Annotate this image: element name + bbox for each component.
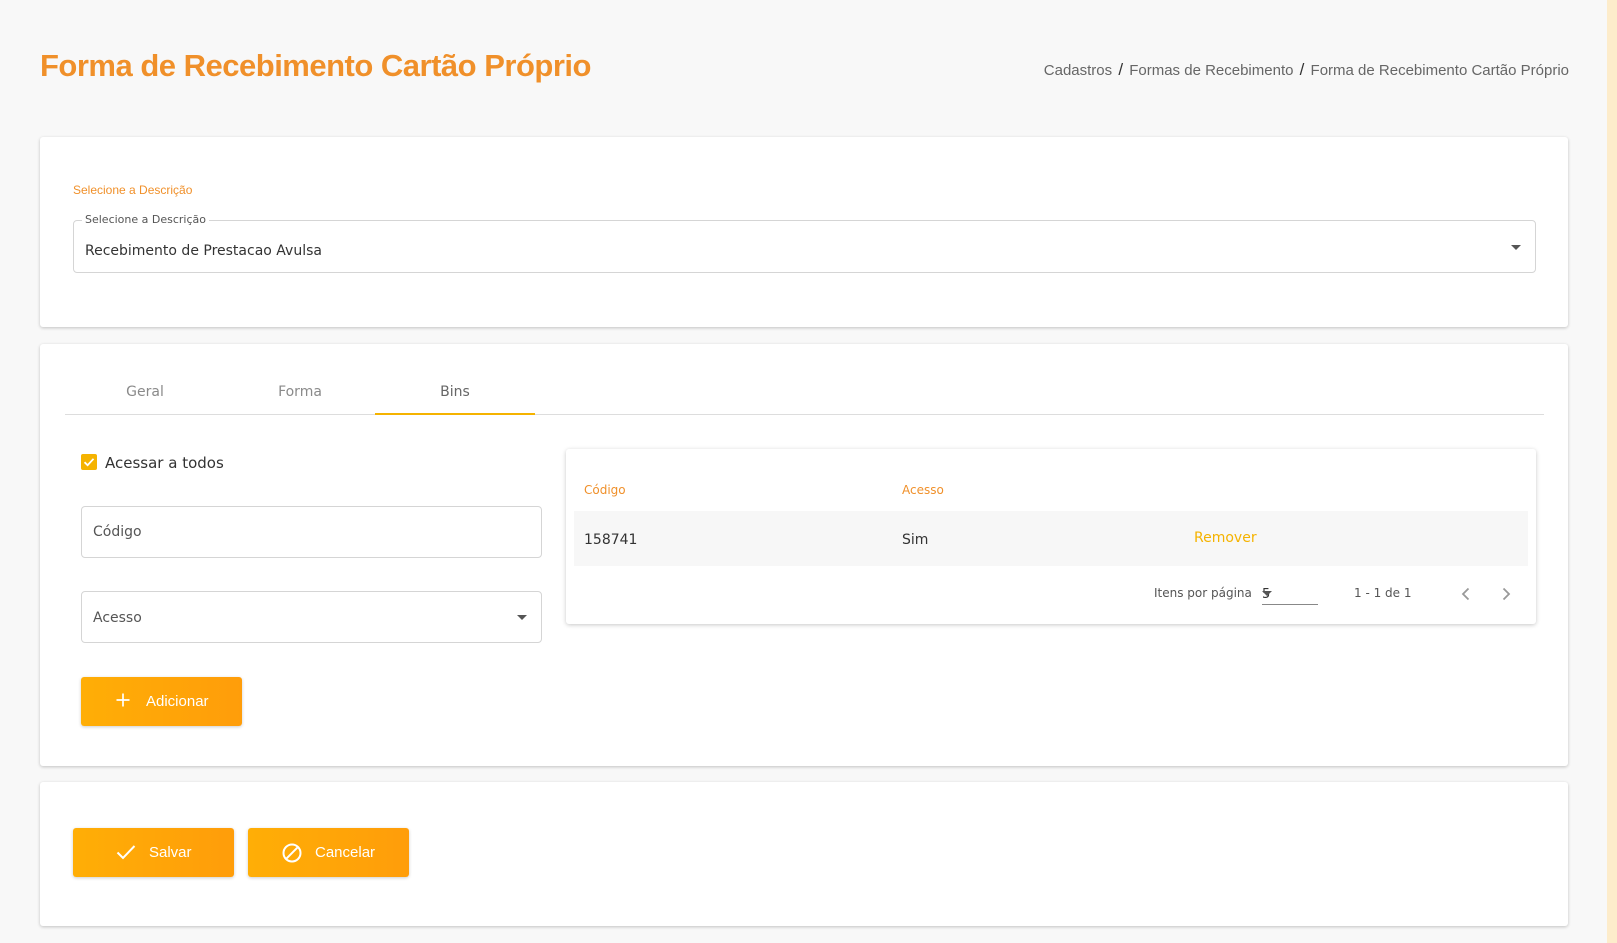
description-select-label: Selecione a Descrição	[82, 213, 209, 226]
column-header-acesso[interactable]: Acesso	[902, 483, 944, 497]
actions-card: Salvar Cancelar	[40, 782, 1568, 926]
page-range-label: 1 - 1 de 1	[1354, 586, 1412, 600]
plus-icon	[116, 693, 130, 707]
tab-forma[interactable]: Forma	[220, 370, 380, 415]
cancel-button[interactable]: Cancelar	[248, 828, 409, 877]
previous-page-button[interactable]	[1456, 584, 1476, 604]
breadcrumb-separator: /	[1118, 60, 1124, 79]
access-all-label: Acessar a todos	[105, 454, 224, 472]
chevron-down-icon	[1511, 245, 1521, 250]
description-card: Selecione a Descrição Selecione a Descri…	[40, 137, 1568, 327]
breadcrumb-item-formas-de-recebimento[interactable]: Formas de Recebimento	[1129, 62, 1293, 79]
paginator: Itens por página 5 1 - 1 de 1	[566, 579, 1536, 609]
items-per-page-label: Itens por página	[1154, 586, 1252, 600]
table-row: 158741 Sim Remover	[574, 511, 1528, 566]
acesso-select-placeholder: Acesso	[93, 610, 142, 626]
scrollbar-track[interactable]	[1607, 0, 1617, 943]
codigo-field[interactable]	[81, 506, 542, 558]
check-icon	[116, 845, 136, 860]
check-icon	[83, 458, 95, 467]
access-all-checkbox[interactable]	[81, 454, 97, 470]
tab-bar: Geral Forma Bins	[65, 370, 1544, 415]
cell-codigo: 158741	[584, 532, 638, 548]
description-select[interactable]: Selecione a Descrição Recebimento de Pre…	[73, 213, 1536, 273]
add-button[interactable]: Adicionar	[81, 677, 242, 726]
save-button-label: Salvar	[149, 844, 192, 861]
codigo-input[interactable]	[82, 507, 541, 557]
chevron-right-icon	[1502, 587, 1511, 601]
breadcrumb: Cadastros / Formas de Recebimento / Form…	[1044, 60, 1569, 80]
tab-geral[interactable]: Geral	[65, 370, 225, 415]
chevron-down-icon	[517, 615, 527, 620]
remove-button[interactable]: Remover	[1194, 530, 1257, 546]
page-title: Forma de Recebimento Cartão Próprio	[40, 48, 591, 83]
add-button-label: Adicionar	[146, 693, 209, 710]
chevron-left-icon	[1461, 587, 1470, 601]
block-icon	[282, 843, 302, 863]
bins-table: Código Acesso 158741 Sim Remover Itens p…	[566, 449, 1536, 624]
breadcrumb-separator: /	[1299, 60, 1305, 79]
breadcrumb-item-cadastros[interactable]: Cadastros	[1044, 62, 1112, 79]
save-button[interactable]: Salvar	[73, 828, 234, 877]
next-page-button[interactable]	[1496, 584, 1516, 604]
tab-bins[interactable]: Bins	[375, 370, 535, 415]
cancel-button-label: Cancelar	[315, 844, 376, 861]
tabs-card: Geral Forma Bins Acessar a todos Acesso …	[40, 344, 1568, 766]
cell-acesso: Sim	[902, 532, 929, 548]
breadcrumb-item-current: Forma de Recebimento Cartão Próprio	[1310, 62, 1569, 79]
page-size-select[interactable]: 5	[1262, 583, 1318, 605]
description-section-label: Selecione a Descrição	[73, 183, 193, 197]
chevron-down-icon	[1262, 591, 1272, 596]
column-header-codigo[interactable]: Código	[584, 483, 626, 497]
description-select-value: Recebimento de Prestacao Avulsa	[85, 243, 322, 259]
acesso-select[interactable]: Acesso	[81, 591, 542, 643]
